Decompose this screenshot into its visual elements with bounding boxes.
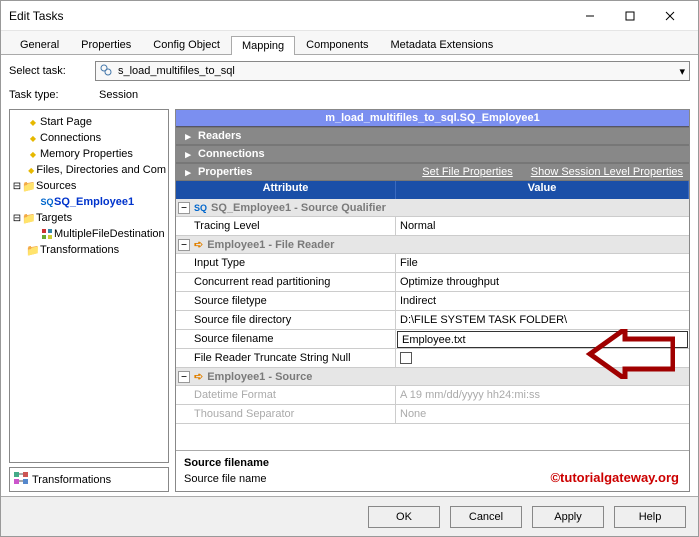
tree-sources[interactable]: ⊟📁Sources	[12, 178, 166, 194]
dialog-footer: OK Cancel Apply Help	[1, 496, 698, 536]
group-source[interactable]: –➪Employee1 - Source	[176, 368, 689, 386]
select-task-row: Select task: s_load_multifiles_to_sql ▾	[1, 55, 698, 87]
target-icon	[40, 228, 54, 240]
collapse-icon[interactable]: ⊟	[12, 181, 22, 192]
nav-tree[interactable]: ◆Start Page ◆Connections ◆Memory Propert…	[9, 109, 169, 463]
link-set-file-properties[interactable]: Set File Properties	[422, 166, 512, 178]
row-datetime-format: Datetime FormatA 19 mm/dd/yyyy hh24:mi:s…	[176, 386, 689, 405]
left-bottom-tab-label: Transformations	[32, 474, 111, 486]
tree-sq-employee1[interactable]: SQSQ_Employee1	[12, 194, 166, 210]
titlebar: Edit Tasks	[1, 1, 698, 31]
task-type-label: Task type:	[9, 89, 89, 101]
grid-body[interactable]: –SQSQ_Employee1 - Source Qualifier Traci…	[176, 199, 689, 450]
row-source-filename[interactable]: Source filenameEmployee.txt	[176, 330, 689, 349]
group-source-qualifier[interactable]: –SQSQ_Employee1 - Source Qualifier	[176, 199, 689, 217]
diamond-icon: ◆	[26, 166, 36, 175]
grid-header: Attribute Value	[176, 181, 689, 199]
section-properties[interactable]: ▸Properties Set File Properties Show Ses…	[176, 163, 689, 181]
window-title: Edit Tasks	[9, 9, 570, 23]
checkbox-unchecked[interactable]	[400, 352, 412, 364]
tab-properties[interactable]: Properties	[70, 35, 142, 54]
help-button[interactable]: Help	[614, 506, 686, 528]
tabstrip: General Properties Config Object Mapping…	[1, 31, 698, 55]
tree-transformations[interactable]: 📁Transformations	[12, 242, 166, 258]
tree-connections[interactable]: ◆Connections	[12, 130, 166, 146]
maximize-button[interactable]	[610, 2, 650, 30]
select-task-value: s_load_multifiles_to_sql	[118, 65, 235, 77]
col-attribute[interactable]: Attribute	[176, 181, 396, 199]
description-title: Source filename	[184, 457, 681, 469]
expand-icon[interactable]: ▸	[182, 130, 194, 142]
collapse-icon[interactable]: –	[178, 239, 190, 251]
tab-metadata-extensions[interactable]: Metadata Extensions	[380, 35, 505, 54]
left-panel: ◆Start Page ◆Connections ◆Memory Propert…	[9, 109, 169, 492]
link-show-session-level-properties[interactable]: Show Session Level Properties	[531, 166, 683, 178]
tab-mapping[interactable]: Mapping	[231, 36, 295, 55]
row-thousand-separator: Thousand SeparatorNone	[176, 405, 689, 424]
tree-memory[interactable]: ◆Memory Properties	[12, 146, 166, 162]
collapse-icon[interactable]: –	[178, 371, 190, 383]
tab-components[interactable]: Components	[295, 35, 379, 54]
diamond-icon: ◆	[26, 118, 40, 127]
description-panel: Source filename Source file name ©tutori…	[176, 450, 689, 491]
row-tracing-level[interactable]: Tracing LevelNormal	[176, 217, 689, 236]
edit-tasks-window: Edit Tasks General Properties Config Obj…	[0, 0, 699, 537]
folder-icon: 📁	[22, 212, 36, 225]
close-button[interactable]	[650, 2, 690, 30]
tree-targets[interactable]: ⊟📁Targets	[12, 210, 166, 226]
content-body: ◆Start Page ◆Connections ◆Memory Propert…	[1, 109, 698, 496]
left-bottom-tab[interactable]: Transformations	[9, 467, 169, 492]
object-header: m_load_multifiles_to_sql.SQ_Employee1	[176, 110, 689, 127]
description-body: Source file name	[184, 473, 681, 485]
ok-button[interactable]: OK	[368, 506, 440, 528]
chevron-down-icon: ▾	[679, 65, 685, 78]
sq-icon: SQ	[194, 203, 207, 213]
section-links: Set File Properties Show Session Level P…	[422, 166, 683, 178]
source-filename-input[interactable]: Employee.txt	[397, 331, 688, 348]
folder-icon: 📁	[26, 244, 40, 257]
col-value[interactable]: Value	[396, 181, 689, 199]
task-type-row: Task type: Session	[1, 87, 698, 109]
source-icon: ➪	[194, 370, 203, 383]
file-reader-icon: ➪	[194, 238, 203, 251]
row-source-file-directory[interactable]: Source file directoryD:\FILE SYSTEM TASK…	[176, 311, 689, 330]
section-connections[interactable]: ▸Connections	[176, 145, 689, 163]
cancel-button[interactable]: Cancel	[450, 506, 522, 528]
tree-files[interactable]: ◆Files, Directories and Com	[12, 162, 166, 178]
right-panel: m_load_multifiles_to_sql.SQ_Employee1 ▸R…	[175, 109, 690, 492]
session-icon	[100, 64, 114, 79]
window-buttons	[570, 2, 690, 30]
folder-icon: 📁	[22, 180, 36, 193]
minimize-button[interactable]	[570, 2, 610, 30]
tree-multifiledest[interactable]: MultipleFileDestination	[12, 226, 166, 242]
expand-icon[interactable]: ▸	[182, 166, 194, 178]
row-truncate-null[interactable]: File Reader Truncate String Null	[176, 349, 689, 368]
select-task-label: Select task:	[9, 65, 89, 77]
select-task-combo[interactable]: s_load_multifiles_to_sql ▾	[95, 61, 690, 81]
expand-icon[interactable]: ▸	[182, 148, 194, 160]
diamond-icon: ◆	[26, 134, 40, 143]
tree-start-page[interactable]: ◆Start Page	[12, 114, 166, 130]
collapse-icon[interactable]: ⊟	[12, 213, 22, 224]
section-readers[interactable]: ▸Readers	[176, 127, 689, 145]
group-file-reader[interactable]: –➪Employee1 - File Reader	[176, 236, 689, 254]
row-concurrent-read[interactable]: Concurrent read partitioningOptimize thr…	[176, 273, 689, 292]
tab-config-object[interactable]: Config Object	[142, 35, 231, 54]
row-source-filetype[interactable]: Source filetypeIndirect	[176, 292, 689, 311]
tab-general[interactable]: General	[9, 35, 70, 54]
transformations-icon	[14, 472, 28, 487]
task-type-value: Session	[95, 87, 690, 103]
collapse-icon[interactable]: –	[178, 202, 190, 214]
diamond-icon: ◆	[26, 150, 40, 159]
row-input-type[interactable]: Input TypeFile	[176, 254, 689, 273]
sq-icon: SQ	[40, 197, 54, 207]
apply-button[interactable]: Apply	[532, 506, 604, 528]
